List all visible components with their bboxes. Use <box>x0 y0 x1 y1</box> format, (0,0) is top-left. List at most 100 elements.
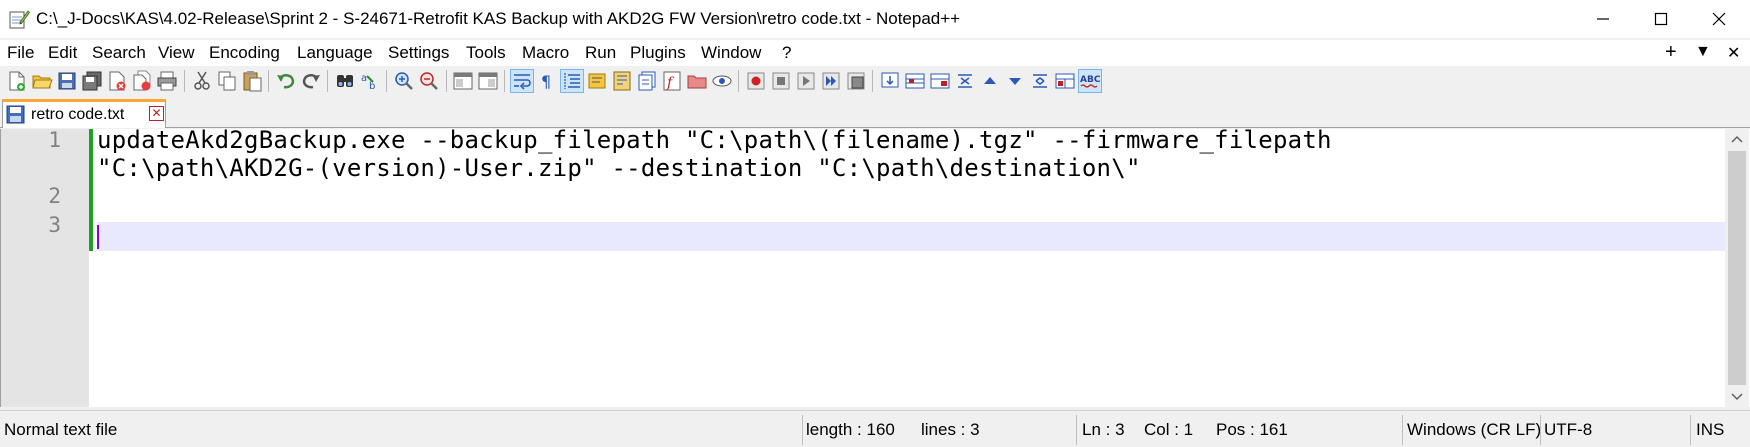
sync-horizontal-scroll-icon[interactable] <box>477 70 499 92</box>
toolbar-separator <box>446 70 447 92</box>
text-editor[interactable]: 1 2 3 updateAkd2gBackup.exe --backup_fil… <box>0 126 1750 407</box>
column-editor-icon[interactable] <box>904 70 926 92</box>
tab-close-icon[interactable]: ✕ <box>149 106 164 121</box>
scrollbar-thumb[interactable] <box>1728 151 1746 385</box>
doc-map-icon[interactable] <box>611 70 633 92</box>
status-separator <box>1076 415 1077 445</box>
notepadpp-window: C:\_J-Docs\KAS\4.02-Release\Sprint 2 - S… <box>0 0 1750 447</box>
tab-retro-code[interactable]: retro code.txt ✕ <box>2 99 166 128</box>
menu-plugins[interactable]: Plugins <box>630 43 686 63</box>
macro-stop-icon[interactable] <box>770 70 792 92</box>
find-icon[interactable] <box>334 70 356 92</box>
zoom-out-icon[interactable] <box>418 70 440 92</box>
indent-guide-icon[interactable] <box>560 69 584 93</box>
code-line-1-wrapped: "C:\path\AKD2G-(version)-User.zip" --des… <box>97 154 1141 182</box>
menu-macro[interactable]: Macro <box>522 43 569 63</box>
scroll-down-icon[interactable] <box>1725 387 1749 407</box>
svg-text:a: a <box>361 73 367 84</box>
move-down-icon[interactable] <box>1004 70 1026 92</box>
close-button[interactable] <box>1690 0 1748 38</box>
doc-list-icon[interactable] <box>636 70 658 92</box>
status-pos[interactable]: Pos : 161 <box>1216 420 1288 440</box>
toolbar-separator <box>872 70 873 92</box>
menu-edit[interactable]: Edit <box>48 43 77 63</box>
close-doc-icon[interactable]: ✕ <box>1727 43 1740 63</box>
menu-search[interactable]: Search <box>92 43 146 63</box>
collapse-icon[interactable] <box>954 70 976 92</box>
undo-icon[interactable] <box>275 70 297 92</box>
status-separator <box>1402 415 1403 445</box>
copy-icon[interactable] <box>216 70 238 92</box>
status-ln[interactable]: Ln : 3 <box>1082 420 1125 440</box>
show-all-characters-icon[interactable]: ¶ <box>536 70 558 92</box>
menu-run[interactable]: Run <box>585 43 616 63</box>
close-all-icon[interactable] <box>131 70 153 92</box>
menu-language[interactable]: Language <box>297 43 373 63</box>
menu-window[interactable]: Window <box>701 43 761 63</box>
expand-icon[interactable] <box>1029 70 1051 92</box>
status-encoding[interactable]: UTF-8 <box>1544 420 1592 440</box>
save-all-icon[interactable] <box>81 70 103 92</box>
svg-text:b: b <box>369 81 375 92</box>
toolbar-separator <box>386 70 387 92</box>
zoom-in-icon[interactable] <box>393 70 415 92</box>
status-file-type: Normal text file <box>4 420 118 439</box>
new-file-icon[interactable] <box>6 70 28 92</box>
maximize-button[interactable] <box>1632 0 1690 38</box>
status-insert-mode[interactable]: INS <box>1696 420 1724 440</box>
macro-save-icon[interactable] <box>845 70 867 92</box>
print-icon[interactable] <box>156 70 178 92</box>
status-col[interactable]: Col : 1 <box>1144 420 1193 440</box>
svg-text:ABC: ABC <box>1080 75 1101 85</box>
spell-check-icon[interactable]: ABC <box>1078 69 1102 93</box>
bookmark-toggle-icon[interactable] <box>879 70 901 92</box>
paste-icon[interactable] <box>241 70 263 92</box>
move-up-icon[interactable] <box>979 70 1001 92</box>
scroll-up-icon[interactable] <box>1725 129 1749 149</box>
status-separator <box>1690 415 1691 445</box>
saved-file-icon <box>6 105 25 124</box>
replace-icon[interactable]: ab <box>359 70 381 92</box>
udl-icon[interactable] <box>586 70 608 92</box>
close-file-icon[interactable] <box>106 70 128 92</box>
status-separator <box>1540 415 1541 445</box>
svg-text:¶: ¶ <box>541 72 551 91</box>
monitoring-icon[interactable] <box>711 70 733 92</box>
status-bar: Normal text file length : 160 lines : 3 … <box>0 410 1750 447</box>
minimize-icon <box>1597 18 1609 20</box>
new-tab-plus-icon[interactable]: + <box>1665 41 1677 64</box>
sync-vertical-scroll-icon[interactable] <box>452 70 474 92</box>
status-separator <box>802 415 803 445</box>
macro-record-icon[interactable] <box>745 70 767 92</box>
word-wrap-icon[interactable] <box>510 69 534 93</box>
toolbar: ab ¶ f ABC <box>0 66 1750 96</box>
compare-icon[interactable] <box>929 70 951 92</box>
menu-encoding[interactable]: Encoding <box>209 43 280 63</box>
macro-play-icon[interactable] <box>795 70 817 92</box>
status-length: length : 160 <box>806 420 895 439</box>
tab-list-dropdown-icon[interactable]: ▼ <box>1695 43 1711 61</box>
title-bar[interactable]: C:\_J-Docs\KAS\4.02-Release\Sprint 2 - S… <box>0 0 1750 38</box>
function-list-icon[interactable]: f <box>661 70 683 92</box>
menu-help[interactable]: ? <box>782 43 791 63</box>
close-icon <box>1712 12 1726 26</box>
menu-tools[interactable]: Tools <box>466 43 506 63</box>
cut-icon[interactable] <box>191 70 213 92</box>
notepad-pen-icon <box>9 10 30 29</box>
redo-icon[interactable] <box>300 70 322 92</box>
vertical-scrollbar[interactable] <box>1725 129 1749 407</box>
menu-settings[interactable]: Settings <box>388 43 449 63</box>
minimize-button[interactable] <box>1574 0 1632 38</box>
menu-bar: File Edit Search View Encoding Language … <box>0 40 1750 66</box>
menu-view[interactable]: View <box>158 43 195 63</box>
menu-file[interactable]: File <box>7 43 34 63</box>
tab-bar: retro code.txt ✕ <box>0 98 1750 128</box>
macro-run-multiple-icon[interactable] <box>820 70 842 92</box>
status-eol[interactable]: Windows (CR LF) <box>1407 420 1541 440</box>
panel-layout-icon[interactable] <box>1054 70 1076 92</box>
save-icon[interactable] <box>56 70 78 92</box>
folder-workspace-icon[interactable] <box>686 70 708 92</box>
line-number-margin[interactable]: 1 2 3 <box>1 128 89 407</box>
toolbar-separator <box>268 70 269 92</box>
open-file-icon[interactable] <box>31 70 53 92</box>
